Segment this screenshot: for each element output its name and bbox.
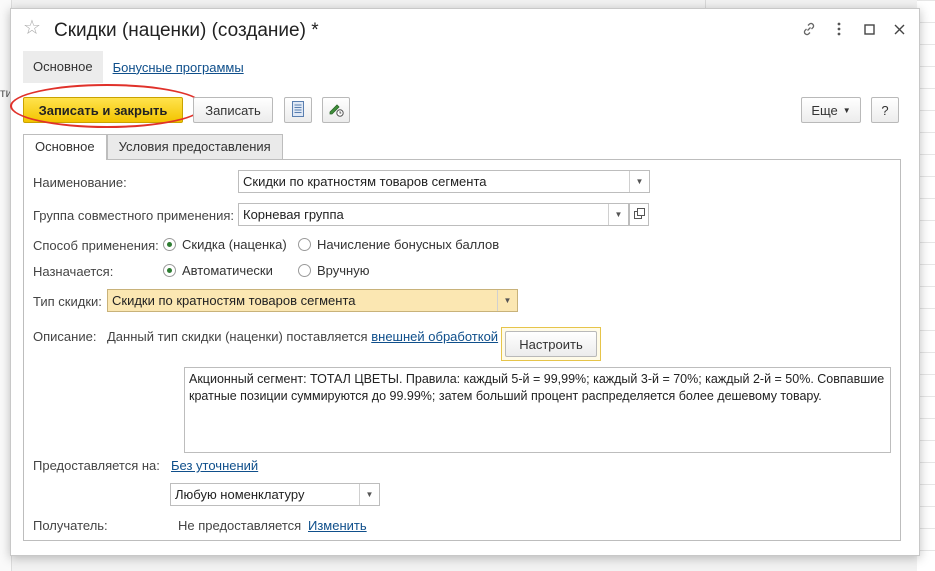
window-title: Скидки (наценки) (создание) *: [54, 20, 319, 41]
description-static-text: Данный тип скидки (наценки) поставляется: [107, 329, 368, 344]
assign-label: Назначается:: [33, 264, 114, 279]
save-and-close-button[interactable]: Записать и закрыть: [23, 97, 183, 123]
recipient-value: Не предоставляется: [178, 518, 302, 533]
assign-option-label: Вручную: [317, 263, 370, 278]
document-list-icon: [292, 100, 304, 120]
method-option-label: Начисление бонусных баллов: [317, 237, 500, 252]
link-icon[interactable]: [801, 21, 817, 37]
help-button[interactable]: ?: [871, 97, 899, 123]
method-option-discount[interactable]: Скидка (наценка): [163, 237, 287, 252]
more-menu-button[interactable]: Еще ▼: [801, 97, 861, 123]
radio-icon: [298, 264, 311, 277]
form-navigation: Основное Бонусные программы: [23, 51, 244, 83]
chevron-down-icon[interactable]: ▼: [608, 204, 628, 225]
name-label: Наименование:: [33, 175, 127, 190]
nav-main[interactable]: Основное: [23, 51, 103, 83]
close-icon[interactable]: [891, 21, 907, 37]
star-icon[interactable]: ☆: [23, 18, 41, 38]
radio-icon: [298, 238, 311, 251]
title-bar: ☆ Скидки (наценки) (создание) *: [11, 9, 919, 49]
recipient-label: Получатель:: [33, 518, 108, 533]
method-option-bonus[interactable]: Начисление бонусных баллов: [298, 237, 499, 252]
discount-form-window: ☆ Скидки (наценки) (создание) * Основное…: [10, 8, 920, 556]
description-memo[interactable]: Акционный сегмент: ТОТАЛ ЦВЕТЫ. Правила:…: [184, 367, 891, 453]
nomenclature-field[interactable]: Любую номенклатуру ▼: [170, 483, 380, 506]
report-button[interactable]: [284, 97, 312, 123]
description-text: Данный тип скидки (наценки) поставляется…: [107, 329, 498, 344]
assign-option-manual[interactable]: Вручную: [298, 263, 369, 278]
radio-selected-icon: [163, 264, 176, 277]
chevron-down-icon[interactable]: ▼: [629, 171, 649, 192]
edit-history-button[interactable]: [322, 97, 350, 123]
chevron-down-icon[interactable]: ▼: [497, 290, 517, 311]
save-button[interactable]: Записать: [193, 97, 273, 123]
change-recipient-link[interactable]: Изменить: [308, 518, 367, 533]
radio-selected-icon: [163, 238, 176, 251]
method-option-label: Скидка (наценка): [182, 237, 287, 252]
tab-conditions[interactable]: Условия предоставления: [106, 134, 283, 159]
type-label: Тип скидки:: [33, 294, 102, 309]
command-bar: Записать и закрыть Записать Еще ▼ ?: [10, 84, 919, 128]
method-label: Способ применения:: [33, 238, 159, 253]
tab-main[interactable]: Основное: [23, 134, 107, 160]
nomenclature-value: Любую номенклатуру: [175, 487, 305, 502]
title-bar-icons: [801, 21, 907, 37]
assign-option-label: Автоматически: [182, 263, 273, 278]
pencil-clock-icon: [328, 101, 344, 120]
maximize-icon[interactable]: [861, 21, 877, 37]
chevron-down-icon[interactable]: ▼: [359, 484, 379, 505]
nav-bonus-programs[interactable]: Бонусные программы: [113, 60, 244, 75]
discount-type-field[interactable]: Скидки по кратностям товаров сегмента ▼: [107, 289, 518, 312]
group-field[interactable]: Корневая группа ▼: [238, 203, 629, 226]
more-icon[interactable]: [831, 21, 847, 37]
discount-type-value: Скидки по кратностям товаров сегмента: [112, 293, 356, 308]
no-refinement-link[interactable]: Без уточнений: [171, 458, 258, 473]
chevron-down-icon: ▼: [842, 105, 851, 115]
provided-label: Предоставляется на:: [33, 458, 160, 473]
group-label: Группа совместного применения:: [33, 208, 234, 223]
description-label: Описание:: [33, 329, 97, 344]
name-field-value: Скидки по кратностям товаров сегмента: [243, 174, 487, 189]
group-field-value: Корневая группа: [243, 207, 344, 222]
assign-option-auto[interactable]: Автоматически: [163, 263, 273, 278]
setup-button[interactable]: Настроить: [505, 331, 597, 357]
name-field[interactable]: Скидки по кратностям товаров сегмента ▼: [238, 170, 650, 193]
open-icon: [633, 207, 645, 222]
form-tabs: Основное Условия предоставления: [23, 134, 283, 160]
open-group-button[interactable]: [629, 203, 649, 226]
external-processing-link[interactable]: внешней обработкой: [371, 329, 498, 344]
more-menu-label: Еще: [811, 102, 838, 118]
